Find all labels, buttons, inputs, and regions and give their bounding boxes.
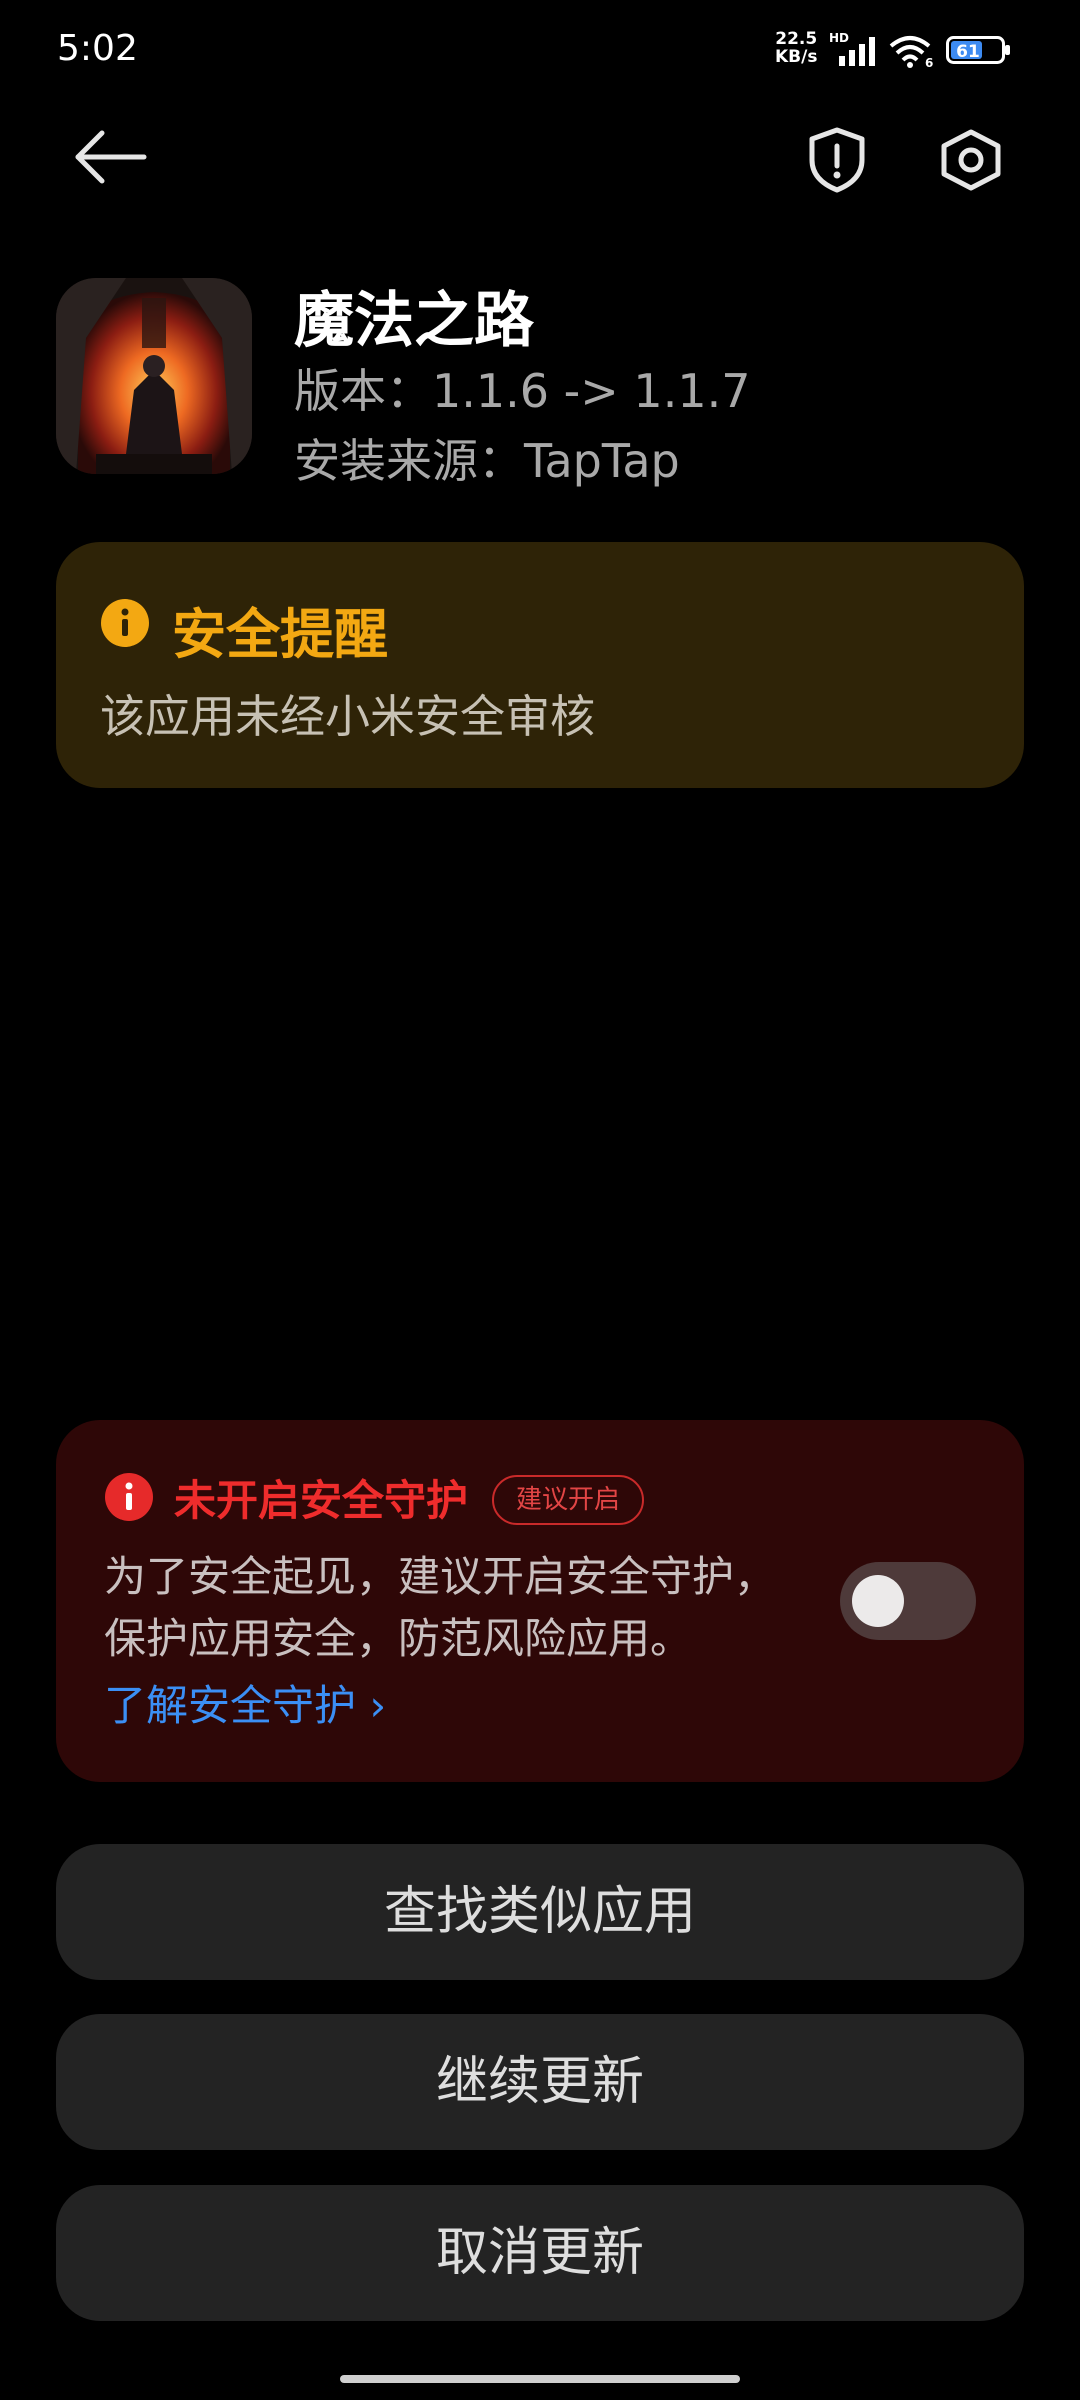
toggle-knob <box>852 1575 904 1627</box>
recommend-badge: 建议开启 <box>492 1475 645 1525</box>
info-icon <box>101 599 149 647</box>
wifi-icon: 6 <box>889 36 933 68</box>
find-similar-apps-button[interactable]: 查找类似应用 <box>56 1844 1024 1980</box>
protection-toggle[interactable] <box>840 1562 976 1640</box>
learn-protection-link[interactable]: 了解安全守护 › <box>104 1672 386 1733</box>
protection-description: 为了安全起见，建议开启安全守护， 保护应用安全，防范风险应用。 <box>104 1546 824 1670</box>
network-gen-label: 6 <box>925 56 933 68</box>
status-time: 5:02 <box>57 28 138 69</box>
back-button[interactable] <box>66 122 156 192</box>
settings-button[interactable] <box>930 124 1012 196</box>
install-source: 安装来源：TapTap <box>294 434 680 488</box>
signal-icon <box>839 37 875 66</box>
app-icon <box>56 278 252 474</box>
security-reminder-body: 该应用未经小米安全审核 <box>100 690 596 743</box>
protection-title: 未开启安全守护 <box>174 1476 469 1525</box>
security-shield-button[interactable] <box>796 124 878 196</box>
gear-icon <box>941 129 1001 191</box>
protection-description-line2: 保护应用安全，防范风险应用。 <box>104 1614 693 1663</box>
cancel-update-button[interactable]: 取消更新 <box>56 2185 1024 2321</box>
alert-icon <box>105 1473 153 1521</box>
security-reminder-title: 安全提醒 <box>172 603 388 666</box>
network-speed-unit: KB/s <box>775 47 818 67</box>
battery-icon: 61 <box>946 36 1010 64</box>
network-speed-value: 22.5 <box>775 29 818 49</box>
app-name: 魔法之路 <box>294 286 534 356</box>
app-version: 版本：1.1.6 -> 1.1.7 <box>294 364 751 418</box>
continue-update-button[interactable]: 继续更新 <box>56 2014 1024 2150</box>
shield-alert-icon <box>809 127 865 193</box>
arrow-left-icon <box>75 130 147 184</box>
protection-description-line1: 为了安全起见，建议开启安全守护， <box>104 1552 777 1601</box>
battery-level: 61 <box>956 42 980 62</box>
network-speed: 22.5 KB/s <box>775 30 817 66</box>
home-indicator[interactable] <box>340 2375 740 2383</box>
